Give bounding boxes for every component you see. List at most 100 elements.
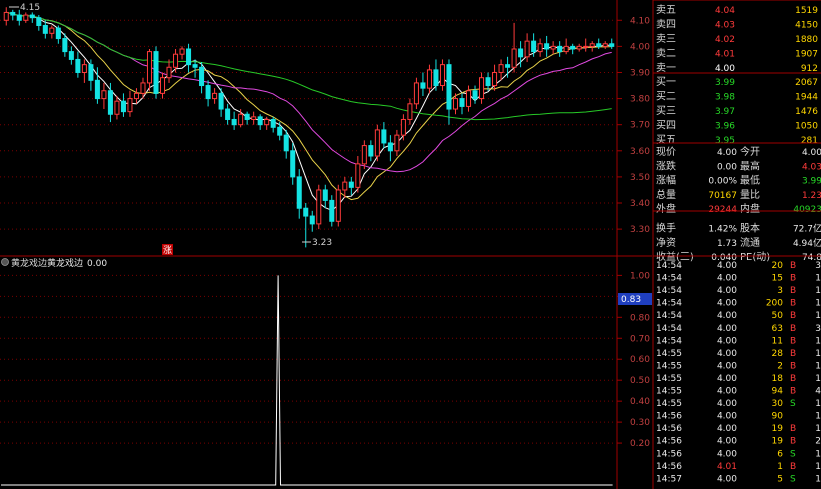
candle-body[interactable] (205, 85, 211, 100)
candle-body[interactable] (159, 77, 166, 94)
candle-body[interactable] (179, 48, 185, 55)
candle-body[interactable] (277, 126, 283, 136)
candle-body[interactable] (420, 82, 426, 89)
trade-time: 14:54 (656, 324, 682, 334)
candle-body[interactable] (361, 145, 367, 165)
candle-body[interactable] (472, 90, 478, 100)
candle-body[interactable] (479, 77, 485, 100)
candle-body[interactable] (23, 14, 29, 21)
candle-body[interactable] (309, 215, 315, 225)
candle-body[interactable] (426, 69, 432, 89)
candle-body[interactable] (127, 98, 133, 113)
candle-body[interactable] (368, 145, 374, 157)
candle-body[interactable] (244, 113, 250, 120)
indicator-toggle-icon[interactable] (1, 258, 9, 266)
candle-body[interactable] (576, 45, 582, 50)
candle-body[interactable] (400, 118, 406, 136)
candle-body[interactable] (231, 118, 237, 126)
candle-body[interactable] (101, 90, 107, 100)
candle-body[interactable] (94, 79, 100, 100)
candle-body[interactable] (609, 43, 615, 47)
candle-body[interactable] (62, 38, 68, 53)
candle-body[interactable] (3, 11, 9, 21)
candle-body[interactable] (42, 24, 48, 34)
candle-body[interactable] (387, 142, 393, 152)
candle-body[interactable] (75, 58, 81, 73)
candle-body[interactable] (557, 45, 563, 53)
candle-body[interactable] (342, 181, 348, 191)
candle-body[interactable] (537, 43, 543, 53)
candle-body[interactable] (146, 51, 153, 84)
candle-body[interactable] (589, 43, 595, 47)
candle-body[interactable] (218, 92, 224, 110)
candle-body[interactable] (88, 64, 94, 81)
candle-body[interactable] (173, 53, 179, 68)
candle-body[interactable] (29, 14, 35, 19)
candle-body[interactable] (322, 189, 328, 201)
candle-body[interactable] (459, 98, 465, 107)
candle-body[interactable] (114, 100, 120, 115)
candle-body[interactable] (264, 118, 270, 126)
candle-body[interactable] (550, 45, 556, 50)
candle-body[interactable] (329, 199, 335, 222)
candle-body[interactable] (212, 92, 218, 100)
candle-body[interactable] (498, 64, 504, 73)
buy-level-label: 买一 (656, 76, 676, 88)
candle-body[interactable] (296, 176, 302, 209)
candle-body[interactable] (433, 69, 439, 87)
candle-body[interactable] (335, 189, 341, 222)
candle-body[interactable] (465, 90, 472, 107)
candle-body[interactable] (374, 129, 380, 157)
candle-body[interactable] (36, 17, 42, 26)
candle-body[interactable] (505, 64, 511, 68)
candle-body[interactable] (303, 207, 309, 217)
candle-body[interactable] (186, 48, 192, 66)
candle-body[interactable] (251, 116, 257, 120)
candle-body[interactable] (596, 43, 602, 47)
candle-body[interactable] (290, 150, 296, 178)
candle-body[interactable] (355, 163, 361, 188)
candle-body[interactable] (68, 51, 74, 60)
candle-body[interactable] (524, 40, 530, 58)
candle-body[interactable] (485, 77, 491, 87)
candle-body[interactable] (492, 71, 498, 87)
candle-body[interactable] (283, 134, 289, 152)
candle-body[interactable] (153, 51, 159, 94)
candle-body[interactable] (381, 129, 387, 144)
candle-body[interactable] (120, 100, 126, 113)
candle-body[interactable] (452, 98, 459, 110)
candle-body[interactable] (348, 181, 354, 188)
candle-body[interactable] (316, 189, 322, 225)
candle-body[interactable] (10, 11, 16, 16)
candle-body[interactable] (394, 134, 400, 152)
candle-body[interactable] (439, 64, 445, 87)
candle-body[interactable] (107, 90, 113, 115)
candle-body[interactable] (166, 66, 172, 79)
candle-body[interactable] (238, 113, 244, 126)
candle-body[interactable] (55, 27, 61, 40)
candle-body[interactable] (140, 82, 146, 94)
candle-body[interactable] (511, 48, 517, 68)
candle-body[interactable] (270, 118, 276, 128)
candle-body[interactable] (81, 64, 87, 73)
candle-body[interactable] (225, 108, 231, 120)
candle-body[interactable] (602, 43, 608, 47)
candle-body[interactable] (544, 43, 550, 50)
candle-body[interactable] (133, 92, 139, 100)
indicator-header[interactable]: 黄龙戏边 黄龙戏边 0.00 (1, 257, 108, 269)
candle-body[interactable] (583, 45, 589, 48)
candle-body[interactable] (563, 45, 569, 53)
candle-body[interactable] (199, 66, 205, 87)
candle-body[interactable] (49, 27, 55, 34)
candle-body[interactable] (570, 45, 576, 50)
candle-body[interactable] (192, 64, 198, 68)
candle-body[interactable] (413, 82, 419, 105)
candle-body[interactable] (407, 103, 413, 120)
candle-body[interactable] (518, 48, 524, 58)
candle-body[interactable] (257, 116, 263, 126)
quote-value: 4.00 (802, 148, 821, 158)
candle-body[interactable] (16, 14, 22, 21)
candle-body[interactable] (531, 40, 537, 53)
candle-body[interactable] (446, 64, 452, 110)
trade-count: 1 (815, 349, 821, 359)
